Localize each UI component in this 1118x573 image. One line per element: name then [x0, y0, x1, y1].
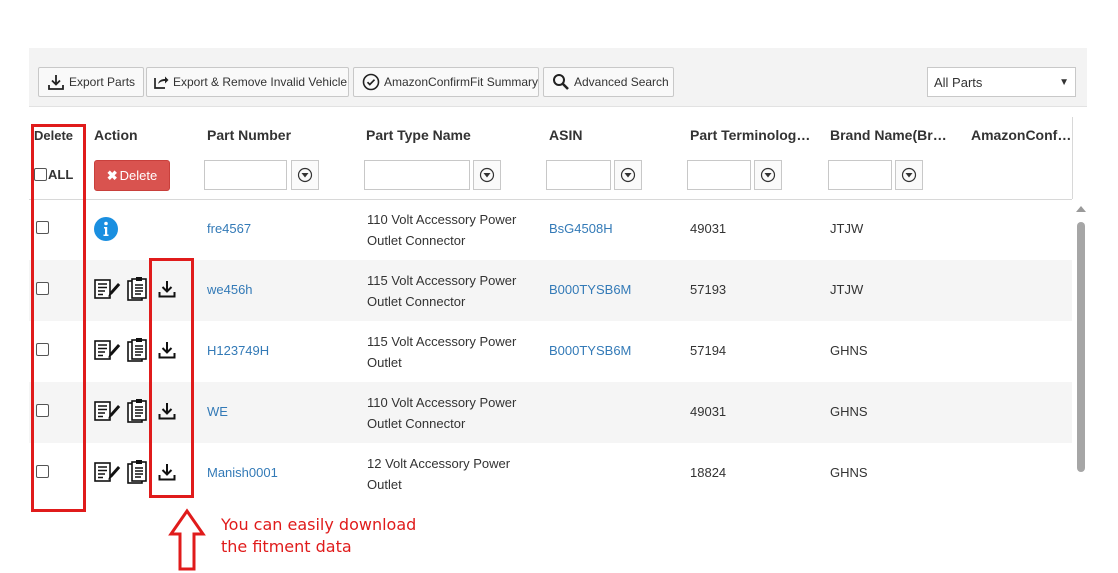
part-number-link[interactable]: H123749H — [207, 343, 269, 358]
part-terminology: 57194 — [690, 343, 727, 358]
column-header-amazon-confirm[interactable]: AmazonConfir… — [971, 127, 1072, 143]
part-number-link[interactable]: Manish0001 — [207, 465, 278, 480]
part-type-name: 12 Volt Accessory Power Outlet — [367, 456, 511, 492]
parts-filter-value: All Parts — [934, 74, 983, 90]
part-type-name: 115 Volt Accessory Power Outlet — [367, 334, 517, 370]
brand-filter-button[interactable] — [895, 160, 923, 190]
up-arrow-icon — [168, 508, 206, 571]
part-terminology: 49031 — [690, 221, 727, 236]
part-number-link[interactable]: we456h — [207, 282, 253, 297]
column-header-action[interactable]: Action — [94, 127, 138, 143]
asin-link[interactable]: BsG4508H — [549, 221, 613, 236]
filter-icon — [297, 167, 313, 183]
clipboard-icon[interactable] — [126, 398, 148, 424]
filter-row: ALL ✖ Delete — [29, 153, 1072, 200]
column-header-part-type-name[interactable]: Part Type Name — [366, 127, 471, 143]
edit-icon[interactable] — [94, 461, 121, 483]
search-icon — [553, 74, 569, 90]
asin-filter-button[interactable] — [614, 160, 642, 190]
scroll-up-icon[interactable] — [1076, 206, 1086, 212]
grid-header: Delete Action Part Number Part Type Name… — [29, 117, 1072, 153]
edit-icon[interactable] — [94, 278, 121, 300]
chevron-down-icon: ▼ — [1059, 76, 1069, 88]
filter-icon — [760, 167, 776, 183]
brand-name: JTJW — [830, 282, 864, 297]
part-number-filter-button[interactable] — [291, 160, 319, 190]
amazon-confirmfit-summary-button[interactable]: AmazonConfirmFit Summary — [353, 67, 539, 97]
part-type-filter-input[interactable] — [364, 160, 470, 190]
amazon-summary-label: AmazonConfirmFit Summary — [384, 75, 539, 89]
vertical-scrollbar[interactable] — [1075, 204, 1087, 512]
terminology-filter-button[interactable] — [754, 160, 782, 190]
brand-name: JTJW — [830, 221, 864, 236]
column-header-brand-name[interactable]: Brand Name(Bra… — [830, 127, 952, 143]
clipboard-icon[interactable] — [126, 276, 148, 302]
export-parts-label: Export Parts — [69, 75, 136, 89]
export-remove-label: Export & Remove Invalid Vehicle — [173, 75, 348, 89]
part-type-name: 115 Volt Accessory Power Outlet Connecto… — [367, 273, 517, 309]
clipboard-icon[interactable] — [126, 337, 148, 363]
advanced-search-button[interactable]: Advanced Search — [543, 67, 674, 97]
delete-button-label: Delete — [119, 168, 158, 183]
download-icon — [48, 75, 64, 90]
part-terminology: 49031 — [690, 404, 727, 419]
check-circle-icon — [362, 73, 380, 91]
part-type-filter-button[interactable] — [473, 160, 501, 190]
filter-icon — [479, 167, 495, 183]
part-number-link[interactable]: fre4567 — [207, 221, 251, 236]
scrollbar-thumb[interactable] — [1077, 222, 1085, 472]
column-header-asin[interactable]: ASIN — [549, 127, 582, 143]
brand-name: GHNS — [830, 404, 868, 419]
export-remove-invalid-button[interactable]: Export & Remove Invalid Vehicle — [146, 67, 349, 97]
advanced-search-label: Advanced Search — [574, 75, 669, 89]
part-number-filter-input[interactable] — [204, 160, 287, 190]
annotation-text: You can easily download the fitment data — [221, 515, 417, 556]
part-terminology: 18824 — [690, 465, 727, 480]
asin-filter-input[interactable] — [546, 160, 611, 190]
info-icon[interactable] — [94, 217, 118, 241]
edit-icon[interactable] — [94, 400, 121, 422]
filter-icon — [620, 167, 636, 183]
delete-column-highlight — [31, 124, 86, 512]
part-type-name: 110 Volt Accessory Power Outlet Connecto… — [367, 395, 517, 431]
asin-link[interactable]: B000TYSB6M — [549, 343, 631, 358]
edit-icon[interactable] — [94, 339, 121, 361]
filter-icon — [901, 167, 917, 183]
brand-name: GHNS — [830, 343, 868, 358]
download-column-highlight — [149, 258, 194, 498]
brand-name: GHNS — [830, 465, 868, 480]
table-row[interactable]: fre4567 110 Volt Accessory Power Outlet … — [29, 199, 1072, 260]
delete-button[interactable]: ✖ Delete — [94, 160, 170, 191]
parts-filter-select[interactable]: All Parts ▼ — [927, 67, 1076, 97]
export-parts-button[interactable]: Export Parts — [38, 67, 144, 97]
column-header-part-terminology[interactable]: Part Terminology… — [690, 127, 815, 143]
brand-filter-input[interactable] — [828, 160, 892, 190]
header-divider — [1072, 117, 1073, 199]
terminology-filter-input[interactable] — [687, 160, 751, 190]
part-number-link[interactable]: WE — [207, 404, 228, 419]
close-icon: ✖ — [106, 167, 118, 183]
part-type-name: 110 Volt Accessory Power Outlet Connecto… — [367, 212, 517, 248]
asin-link[interactable]: B000TYSB6M — [549, 282, 631, 297]
clipboard-icon[interactable] — [126, 459, 148, 485]
share-icon — [154, 76, 169, 89]
part-terminology: 57193 — [690, 282, 727, 297]
column-header-part-number[interactable]: Part Number — [207, 127, 291, 143]
toolbar: Export Parts Export & Remove Invalid Veh… — [29, 48, 1087, 107]
